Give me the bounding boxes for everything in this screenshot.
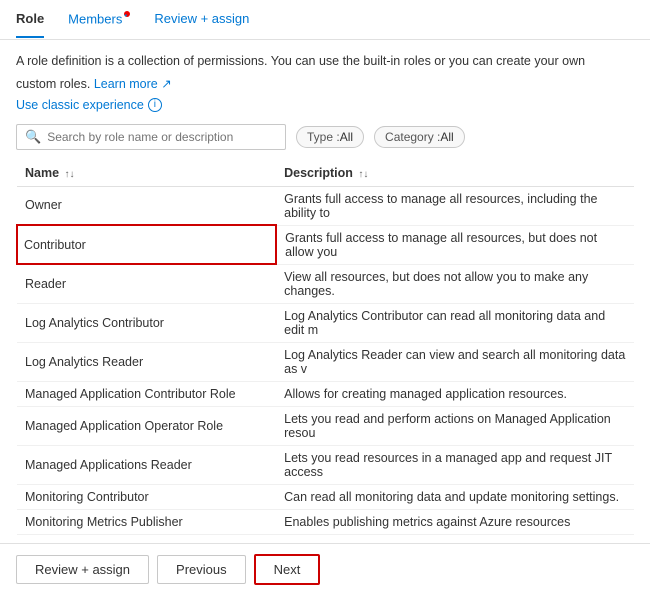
roles-table-container: Name ↑↓ Description ↑↓ OwnerGrants full … bbox=[16, 160, 634, 540]
table-row[interactable]: Managed Application Operator RoleLets yo… bbox=[17, 406, 634, 445]
role-name-cell[interactable]: Monitoring Reader bbox=[17, 534, 276, 540]
roles-table: Name ↑↓ Description ↑↓ OwnerGrants full … bbox=[16, 160, 634, 540]
name-sort-icon[interactable]: ↑↓ bbox=[65, 169, 75, 180]
previous-button[interactable]: Previous bbox=[157, 555, 246, 584]
role-description-cell: Lets you read and perform actions on Man… bbox=[276, 406, 634, 445]
role-name-cell[interactable]: Log Analytics Reader bbox=[17, 342, 276, 381]
table-row[interactable]: Managed Application Contributor RoleAllo… bbox=[17, 381, 634, 406]
role-description-cell: Log Analytics Reader can view and search… bbox=[276, 342, 634, 381]
learn-more-link[interactable]: Learn more ↗ bbox=[94, 77, 172, 91]
table-row[interactable]: OwnerGrants full access to manage all re… bbox=[17, 186, 634, 225]
role-name-cell[interactable]: Log Analytics Contributor bbox=[17, 303, 276, 342]
table-body: OwnerGrants full access to manage all re… bbox=[17, 186, 634, 540]
search-icon: 🔍 bbox=[25, 129, 41, 145]
search-input[interactable] bbox=[47, 130, 277, 144]
col-description[interactable]: Description ↑↓ bbox=[276, 160, 634, 187]
description-line2: custom roles. Learn more ↗ bbox=[16, 75, 634, 94]
next-button[interactable]: Next bbox=[254, 554, 321, 585]
table-row[interactable]: Log Analytics ReaderLog Analytics Reader… bbox=[17, 342, 634, 381]
role-name-cell[interactable]: Managed Application Contributor Role bbox=[17, 381, 276, 406]
role-name-cell[interactable]: Managed Application Operator Role bbox=[17, 406, 276, 445]
role-description-cell: Lets you read resources in a managed app… bbox=[276, 445, 634, 484]
role-description-cell: Grants full access to manage all resourc… bbox=[276, 186, 634, 225]
main-content: A role definition is a collection of per… bbox=[0, 40, 650, 548]
description-line1: A role definition is a collection of per… bbox=[16, 52, 634, 71]
table-row[interactable]: Monitoring ReaderCan read all monitoring… bbox=[17, 534, 634, 540]
filter-row: 🔍 Type : All Category : All bbox=[16, 124, 634, 150]
role-name-cell[interactable]: Reader bbox=[17, 264, 276, 303]
role-name-cell[interactable]: Managed Applications Reader bbox=[17, 445, 276, 484]
footer-bar: Review + assign Previous Next bbox=[0, 543, 650, 595]
role-name-cell[interactable]: Monitoring Contributor bbox=[17, 484, 276, 509]
role-description-cell: Log Analytics Contributor can read all m… bbox=[276, 303, 634, 342]
description-sort-icon[interactable]: ↑↓ bbox=[358, 169, 368, 180]
type-filter[interactable]: Type : All bbox=[296, 126, 364, 148]
role-description-cell: Allows for creating managed application … bbox=[276, 381, 634, 406]
members-dot: • bbox=[124, 11, 130, 17]
top-navigation: Role Members• Review + assign bbox=[0, 0, 650, 40]
role-description-cell: Grants full access to manage all resourc… bbox=[276, 225, 634, 264]
table-header-row: Name ↑↓ Description ↑↓ bbox=[17, 160, 634, 187]
table-row[interactable]: ContributorGrants full access to manage … bbox=[17, 225, 634, 264]
table-row[interactable]: Managed Applications ReaderLets you read… bbox=[17, 445, 634, 484]
tab-members[interactable]: Members• bbox=[68, 1, 130, 38]
col-name[interactable]: Name ↑↓ bbox=[17, 160, 276, 187]
role-description-cell: View all resources, but does not allow y… bbox=[276, 264, 634, 303]
table-row[interactable]: Monitoring ContributorCan read all monit… bbox=[17, 484, 634, 509]
table-row[interactable]: Log Analytics ContributorLog Analytics C… bbox=[17, 303, 634, 342]
table-row[interactable]: Monitoring Metrics PublisherEnables publ… bbox=[17, 509, 634, 534]
info-icon: i bbox=[148, 98, 162, 112]
role-name-cell[interactable]: Owner bbox=[17, 186, 276, 225]
role-name-cell[interactable]: Contributor bbox=[17, 225, 276, 264]
search-box[interactable]: 🔍 bbox=[16, 124, 286, 150]
role-description-cell: Enables publishing metrics against Azure… bbox=[276, 509, 634, 534]
review-assign-button[interactable]: Review + assign bbox=[16, 555, 149, 584]
role-name-cell[interactable]: Monitoring Metrics Publisher bbox=[17, 509, 276, 534]
category-filter[interactable]: Category : All bbox=[374, 126, 465, 148]
table-row[interactable]: ReaderView all resources, but does not a… bbox=[17, 264, 634, 303]
role-description-cell: Can read all monitoring data and update … bbox=[276, 484, 634, 509]
role-description-cell: Can read all monitoring data. bbox=[276, 534, 634, 540]
classic-experience-link[interactable]: Use classic experience i bbox=[16, 98, 634, 112]
tab-role[interactable]: Role bbox=[16, 1, 44, 38]
tab-review-assign[interactable]: Review + assign bbox=[154, 1, 249, 38]
